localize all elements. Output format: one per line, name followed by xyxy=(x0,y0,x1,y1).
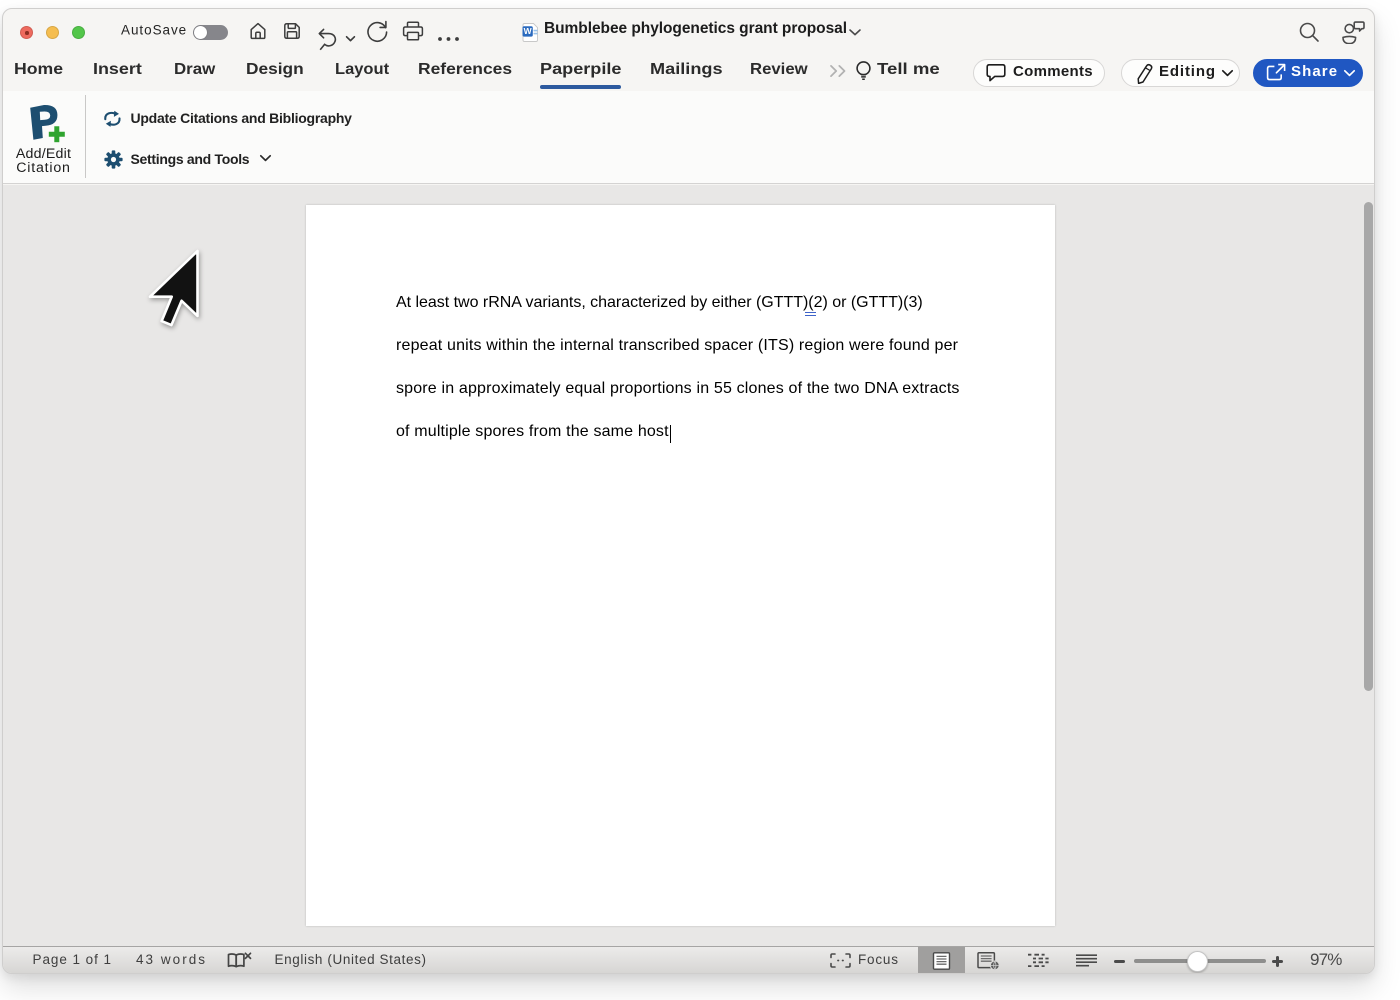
svg-text:W: W xyxy=(524,26,533,36)
